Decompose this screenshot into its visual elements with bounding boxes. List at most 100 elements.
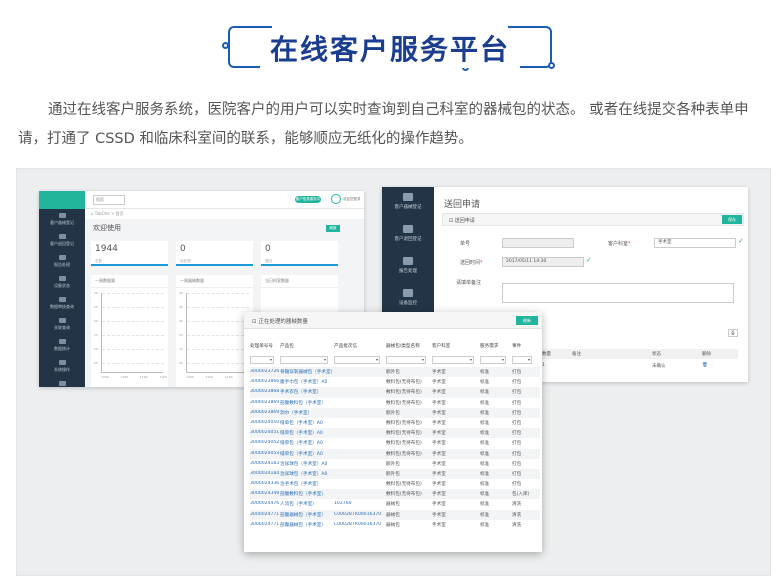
remark-label: 请填单备注 <box>456 280 482 286</box>
dept-select[interactable]: 手术室 <box>654 238 736 248</box>
refresh-button[interactable]: 刷新 <box>326 225 340 232</box>
avatar[interactable] <box>331 194 341 204</box>
table-cell[interactable]: 3000024336 <box>250 481 279 486</box>
table-row[interactable]: 3000024050 缝单包（手术室）A0 敷料包(无待布包) 手术室 标准 打包 <box>250 418 540 428</box>
sidebar-item[interactable]: 客户器械登记 <box>382 187 434 219</box>
processing-window: ⊡ 正在处理的器械数量 刷新 处理单号号 产品包 产品批次信 器械包/类型名称 客户科室… <box>244 312 542 552</box>
grid-col-qty: 数量 <box>542 352 551 357</box>
table-cell: 标准 <box>480 431 490 437</box>
remark-textarea[interactable] <box>502 283 734 303</box>
stat-number: 0 <box>180 244 186 254</box>
table-row[interactable]: 3000024051 缝单包（手术室）A0 敷料包(无待布包) 手术室 标准 打包 <box>250 428 540 439</box>
screenshot-collage: 客户器械登记客户退回登记报告处理设备状态数据审核查询关联查询数据统计系统操作质量… <box>16 168 771 576</box>
table-cell: 打包 <box>512 461 522 467</box>
print-icon[interactable]: ⎙ <box>728 329 738 337</box>
table-cell[interactable]: 3000024053 <box>250 451 279 456</box>
table-row[interactable]: 3000024052 缝单包（手术室）A0 敷料包(无待布包) 手术室 标准 打包 <box>250 438 540 448</box>
table-row[interactable]: 3000024349 剖腹敷料包（手术室） 敷料包(无待布包) 手术室 标准 包(入库) <box>250 489 540 500</box>
table-cell[interactable]: 3000024476 <box>250 501 279 506</box>
table-row[interactable]: 3000024476 人流包（手术室） 102760 器械包 手术室 标准 清洗 <box>250 499 540 509</box>
filter-dropdown[interactable]: ▾ <box>386 356 426 364</box>
table-cell: 手术室 <box>432 420 446 426</box>
table-row[interactable]: 3000024771 剖腹器械包（手术室） C00028TR00016370 器械包 手… <box>250 520 540 530</box>
table-cell: 打包 <box>512 400 522 406</box>
order-no-field[interactable] <box>502 238 574 248</box>
filter-dropdown[interactable]: ▾ <box>334 356 380 364</box>
table-row[interactable]: 3000023866 腹手巾包（手术室）A0 敷料包(无待布包) 手术室 标准 打包 <box>250 377 540 387</box>
column-header[interactable]: 处理单号号 <box>250 343 273 349</box>
table-cell[interactable]: 3000024771 <box>250 522 279 527</box>
table-cell[interactable]: 3000023726 <box>250 369 279 374</box>
column-header[interactable]: 产品包 <box>280 343 294 349</box>
filter-dropdown[interactable]: ▾ <box>432 356 474 364</box>
column-header[interactable]: 器械包/类型名称 <box>386 343 420 349</box>
filter-dropdown[interactable]: ▾ <box>250 356 274 364</box>
time-check-icon: ✓ <box>586 256 592 264</box>
sidebar-item[interactable]: 设备状态 <box>39 272 85 293</box>
table-cell[interactable]: 3000024771 <box>250 512 279 517</box>
table-row[interactable]: 3000023869 剖腹敷料包（手术室） 敷料包(无待布包) 手术室 标准 打包 <box>250 398 540 408</box>
save-button[interactable]: 保存 <box>722 215 742 224</box>
sidebar-item[interactable]: 报告处理 <box>39 251 85 272</box>
stat-label: 待处理 <box>180 259 191 263</box>
table-cell[interactable]: 3000024184 <box>250 471 279 476</box>
table-row[interactable]: 3000024336 治手术包（手术室） 敷料包(无待布包) 手术室 标准 打包 <box>250 479 540 489</box>
table-cell[interactable]: 3000024052 <box>250 440 279 445</box>
column-header[interactable]: 客户科室 <box>432 343 450 349</box>
stat-card: 1944 总数 <box>91 241 168 266</box>
x-tick-label: 1300 <box>186 375 194 379</box>
sidebar-item[interactable]: 关联查询 <box>39 314 85 335</box>
delete-icon[interactable]: 🗑 <box>702 363 708 368</box>
table-row[interactable]: 3000023726 骨髓穿刺器械包（手术室） 额外包 手术室 标准 打包 <box>250 367 540 378</box>
sidebar-item[interactable]: 数据统计 <box>39 335 85 356</box>
table-cell[interactable]: 3000024349 <box>250 491 279 496</box>
table-cell: 标准 <box>480 502 490 508</box>
chart-panel: 一周数据量 30 25 20 15 10 05 1300 1100 1100 1100 <box>91 275 168 387</box>
column-header[interactable]: 事件 <box>512 343 521 349</box>
return-time-field[interactable]: 2017/05/11 14:30 <box>502 257 584 267</box>
x-tick-label: 1300 <box>101 375 109 379</box>
y-tick-label: 20 <box>179 319 183 323</box>
table-cell: 敷料包(无待布包) <box>386 390 422 396</box>
y-tick-label: 15 <box>94 333 98 337</box>
table-row[interactable]: 3000024053 缝单包（手术室）A0 敷料包(无待布包) 手术室 标准 打包 <box>250 448 540 459</box>
sidebar-item[interactable]: 数据审核查询 <box>39 293 85 314</box>
table-cell: 敷料包(无待布包) <box>386 451 422 457</box>
refresh-button[interactable]: 刷新 <box>516 316 538 325</box>
table-row[interactable]: 3000024184 治尿球包（手术室）A0 额外包 手术室 标准 打包 <box>250 468 540 480</box>
table-cell: 标准 <box>480 390 490 396</box>
table-cell: 标准 <box>480 410 490 416</box>
sidebar-item[interactable]: 设备监控 <box>382 283 434 315</box>
table-row[interactable]: 3000024183 治尿球包（手术室）A0 额外包 手术室 标准 打包 <box>250 459 540 469</box>
table-cell[interactable]: 3000024183 <box>250 461 279 466</box>
y-tick-label: 15 <box>179 333 183 337</box>
search-input[interactable]: 搜索 <box>93 195 125 205</box>
filter-dropdown[interactable]: ▾ <box>280 356 328 364</box>
sidebar-item[interactable]: 客户退回登记 <box>39 230 85 251</box>
table-cell: 剖腹敷料包（手术室） <box>280 492 326 498</box>
filter-dropdown[interactable]: ▾ <box>480 356 506 364</box>
table-row[interactable]: 3000023868 手术衣包（手术室） 敷料包(无待布包) 手术室 标准 打包 <box>250 387 540 398</box>
sidebar-item[interactable]: 系统操作 <box>39 356 85 377</box>
table-cell: 打包 <box>512 420 522 426</box>
table-cell[interactable]: 3000024050 <box>250 420 279 425</box>
table-cell[interactable]: 3000023866 <box>250 379 279 384</box>
sidebar-item[interactable]: 客户器械登记 <box>39 209 85 230</box>
table-cell: 102760 <box>334 501 352 507</box>
sidebar-item[interactable]: 质量中心 <box>39 377 85 387</box>
table-cell[interactable]: 3000023868 <box>250 389 279 394</box>
sidebar-item[interactable]: 报告处理 <box>382 251 434 283</box>
sidebar-item[interactable]: 客户退回登记 <box>382 219 434 251</box>
x-tick-label: 1100 <box>205 375 214 379</box>
table-cell: 标准 <box>480 512 490 518</box>
table-cell[interactable]: 3000023869 <box>250 410 279 415</box>
table-cell: 额外包 <box>386 461 400 467</box>
table-row[interactable]: 3000024771 剖腹器械包（手术室） C00028TR00016370 器械包 手… <box>250 509 540 520</box>
table-cell[interactable]: 3000024051 <box>250 430 279 435</box>
table-row[interactable]: 3000023869 洞巾（手术室） 额外包 手术室 标准 打包 <box>250 407 540 418</box>
table-cell[interactable]: 3000023869 <box>250 400 279 405</box>
column-header[interactable]: 产品批次信 <box>334 343 357 349</box>
column-header[interactable]: 服务需求 <box>480 343 498 349</box>
filter-dropdown[interactable]: ▾ <box>512 356 532 364</box>
table-cell: 清洗 <box>512 512 522 518</box>
